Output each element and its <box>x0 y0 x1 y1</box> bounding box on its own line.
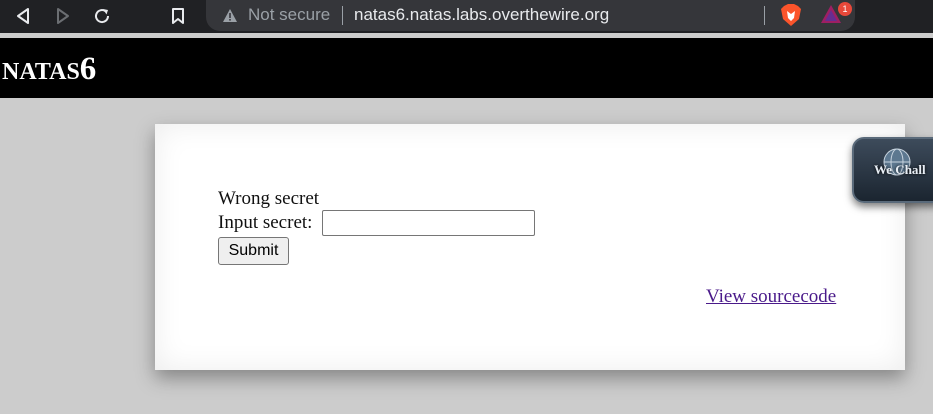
warning-icon[interactable] <box>222 8 238 28</box>
secret-label: Input secret: <box>218 212 313 233</box>
separator <box>342 6 343 25</box>
title-text: NATAS <box>2 59 80 85</box>
back-icon[interactable] <box>11 4 35 28</box>
security-status[interactable]: Not secure <box>248 5 330 25</box>
wechall-widget[interactable]: We Chall <box>852 137 933 203</box>
browser-toolbar: Not secure natas6.natas.labs.overthewire… <box>0 0 933 33</box>
url-text[interactable]: natas6.natas.labs.overthewire.org <box>354 5 609 25</box>
title-number: 6 <box>79 51 97 87</box>
forward-icon[interactable] <box>51 4 75 28</box>
bookmark-icon[interactable] <box>166 4 190 28</box>
page-title: NATAS6 <box>2 50 96 88</box>
page-header: NATAS6 <box>0 38 933 98</box>
submit-button[interactable]: Submit <box>218 237 289 265</box>
rewards-badge: 1 <box>838 2 852 16</box>
wechall-label: We Chall <box>874 162 926 177</box>
reload-icon[interactable] <box>90 4 114 28</box>
brave-shields-icon[interactable] <box>780 3 802 32</box>
separator <box>764 6 765 25</box>
view-source-link[interactable]: View sourcecode <box>706 286 836 308</box>
address-bar[interactable]: Not secure natas6.natas.labs.overthewire… <box>206 0 855 31</box>
content-box: Wrong secret Input secret: Submit View s… <box>155 124 905 370</box>
error-message: Wrong secret <box>218 188 320 209</box>
secret-input[interactable] <box>322 210 535 236</box>
